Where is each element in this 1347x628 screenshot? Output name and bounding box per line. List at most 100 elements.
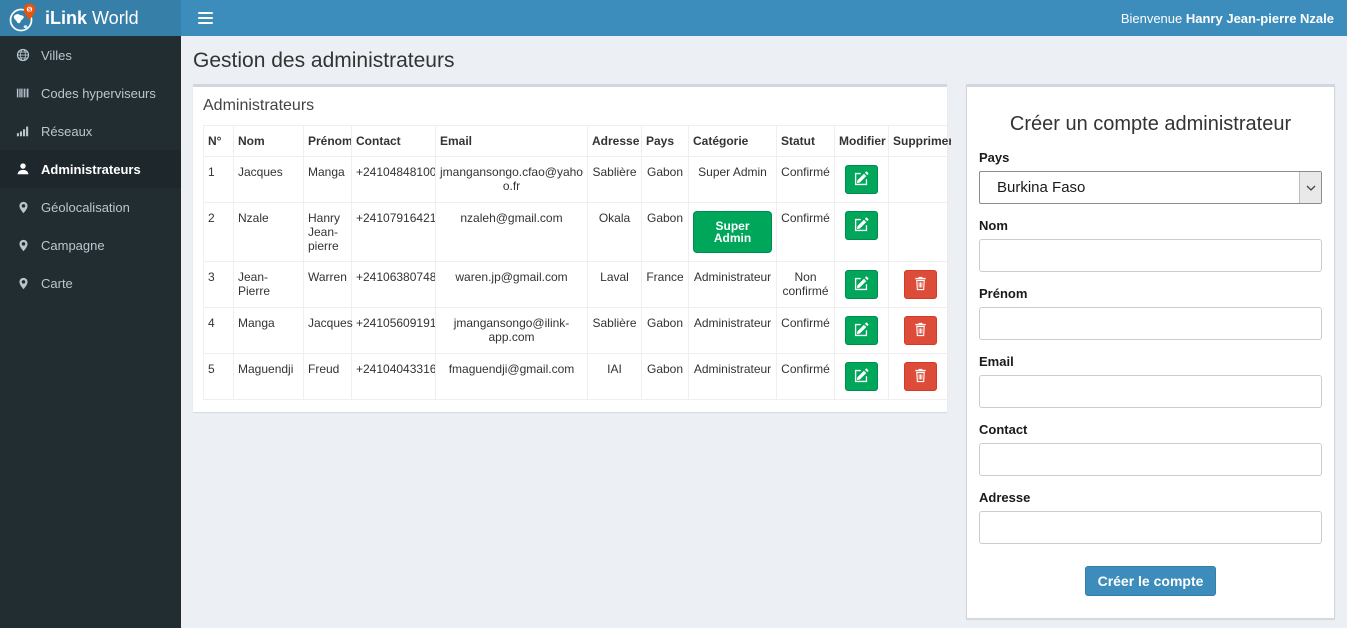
trash-icon	[914, 322, 927, 340]
edit-icon	[854, 171, 869, 189]
edit-icon	[854, 217, 869, 235]
contact-field[interactable]	[979, 443, 1322, 476]
edit-button[interactable]	[845, 270, 878, 299]
cell-pays: Gabon	[641, 202, 689, 262]
sidebar-item-label: Codes hyperviseurs	[41, 85, 156, 101]
sidebar-toggle-button[interactable]	[194, 6, 217, 30]
brand-logo[interactable]: $ iLink World	[0, 0, 181, 36]
cell-prenom: Jacques	[303, 307, 353, 354]
sidebar-item-label: Villes	[41, 47, 72, 63]
panel-title: Administrateurs	[203, 97, 315, 114]
nom-label: Nom	[979, 218, 1008, 233]
edit-button[interactable]	[845, 316, 878, 345]
selected-option: Burkina Faso	[997, 179, 1086, 196]
column-header: N°	[203, 125, 234, 157]
sidebar-item-campagne[interactable]: Campagne	[0, 226, 181, 264]
cell-pays: Gabon	[641, 307, 689, 354]
edit-button[interactable]	[845, 165, 878, 194]
cell-prenom: Warren	[303, 261, 352, 308]
table-row: 2 Nzale Hanry Jean-pierre +24107916421 nzale…	[203, 202, 952, 262]
svg-text:$: $	[28, 7, 31, 13]
cell-categorie: Super Admin	[688, 156, 777, 203]
top-navbar: $ iLink World Bienvenue Hanry Jean-pierr…	[0, 0, 1347, 36]
email-label: Email	[979, 354, 1014, 369]
email-field[interactable]	[979, 375, 1322, 408]
sidebar-item-label: Réseaux	[41, 123, 93, 139]
navbar: Bienvenue Hanry Jean-pierre Nzale	[181, 0, 1347, 36]
cell-num: 1	[203, 156, 234, 203]
edit-icon	[854, 368, 869, 386]
edit-button[interactable]	[845, 211, 878, 240]
sidebar-item-g-olocalisation[interactable]: Géolocalisation	[0, 188, 181, 226]
pays-label: Pays	[979, 150, 1010, 165]
globe-icon	[15, 47, 31, 63]
globe-pin-logo-icon: $	[8, 2, 38, 34]
cell-prenom: Manga	[303, 156, 352, 203]
column-header: Nom	[233, 125, 304, 157]
cell-categorie: Administrateur	[688, 353, 777, 400]
cell-email: fmaguendji@gmail.com	[435, 353, 588, 400]
cell-statut: Confirmé	[776, 202, 835, 262]
sidebar-item-label: Géolocalisation	[41, 199, 130, 215]
sidebar-item-codes-hyperviseurs[interactable]: Codes hyperviseurs	[0, 74, 181, 112]
delete-button[interactable]	[903, 316, 937, 345]
trash-icon	[914, 276, 927, 294]
brand-title: iLink World	[45, 7, 139, 28]
sidebar-item-label: Administrateurs	[41, 161, 141, 177]
category-badge-button[interactable]: Super Admin	[693, 211, 772, 253]
cell-modifier	[834, 353, 889, 400]
delete-button[interactable]	[903, 362, 937, 391]
cell-categorie: Administrateur	[688, 261, 777, 308]
form-field-contact: Contact	[979, 422, 1322, 476]
delete-button[interactable]	[903, 270, 937, 299]
cell-pays: Gabon	[641, 156, 689, 203]
create-account-button[interactable]: Créer le compte	[1084, 566, 1217, 596]
user-icon	[15, 161, 31, 177]
cell-categorie: Super Admin	[688, 202, 777, 262]
sidebar-item-administrateurs[interactable]: Administrateurs	[0, 150, 181, 188]
form-field-adresse: Adresse	[979, 490, 1322, 544]
edit-button[interactable]	[845, 362, 878, 391]
chevron-down-icon	[1299, 172, 1321, 203]
sidebar-item-label: Carte	[41, 275, 73, 291]
cell-statut: Confirmé	[776, 307, 835, 354]
cell-pays: Gabon	[641, 353, 689, 400]
cell-adresse: Laval	[587, 261, 642, 308]
cell-email: nzaleh@gmail.com	[435, 202, 588, 262]
pays-select[interactable]: Burkina Faso	[979, 171, 1322, 204]
administrators-panel: Administrateurs N° Nom Prénom Contact Email A…	[193, 84, 952, 412]
sidebar-item-villes[interactable]: Villes	[0, 36, 181, 74]
column-header: Pays	[641, 125, 689, 157]
cell-contact: +24106380748	[351, 261, 436, 308]
nom-field[interactable]	[979, 239, 1322, 272]
cell-email: jmangansongo.cfao@yahoo.fr	[435, 156, 588, 203]
cell-contact: +24107916421	[351, 202, 436, 262]
sidebar: Villes Codes hyperviseurs Réseaux Administr…	[0, 36, 181, 628]
adresse-label: Adresse	[979, 490, 1031, 505]
cell-adresse: Sablière	[587, 156, 642, 203]
cell-supprimer	[888, 261, 952, 308]
cell-supprimer	[888, 202, 952, 262]
cell-num: 4	[203, 307, 234, 354]
column-header: Modifier	[834, 125, 889, 157]
column-header: Contact	[351, 125, 436, 157]
cell-adresse: Okala	[587, 202, 642, 262]
column-header: Email	[435, 125, 588, 157]
page-title: Gestion des administrateurs	[193, 49, 455, 72]
barcode-icon	[15, 85, 31, 101]
cell-nom: Manga	[233, 307, 304, 354]
column-header: Supprimer	[888, 125, 952, 157]
prenom-field[interactable]	[979, 307, 1322, 340]
cell-statut: Confirmé	[776, 353, 835, 400]
cell-nom: Nzale	[233, 202, 304, 262]
sidebar-item-carte[interactable]: Carte	[0, 264, 181, 302]
sidebar-item-r-seaux[interactable]: Réseaux	[0, 112, 181, 150]
prenom-label: Prénom	[979, 286, 1028, 301]
user-menu[interactable]: Bienvenue Hanry Jean-pierre Nzale	[1121, 11, 1334, 26]
form-field-nom: Nom	[979, 218, 1322, 272]
cell-email: waren.jp@gmail.com	[435, 261, 588, 308]
adresse-field[interactable]	[979, 511, 1322, 544]
map-marker-icon	[15, 237, 31, 253]
cell-prenom: Hanry Jean-pierre	[303, 202, 352, 262]
cell-modifier	[834, 156, 889, 203]
